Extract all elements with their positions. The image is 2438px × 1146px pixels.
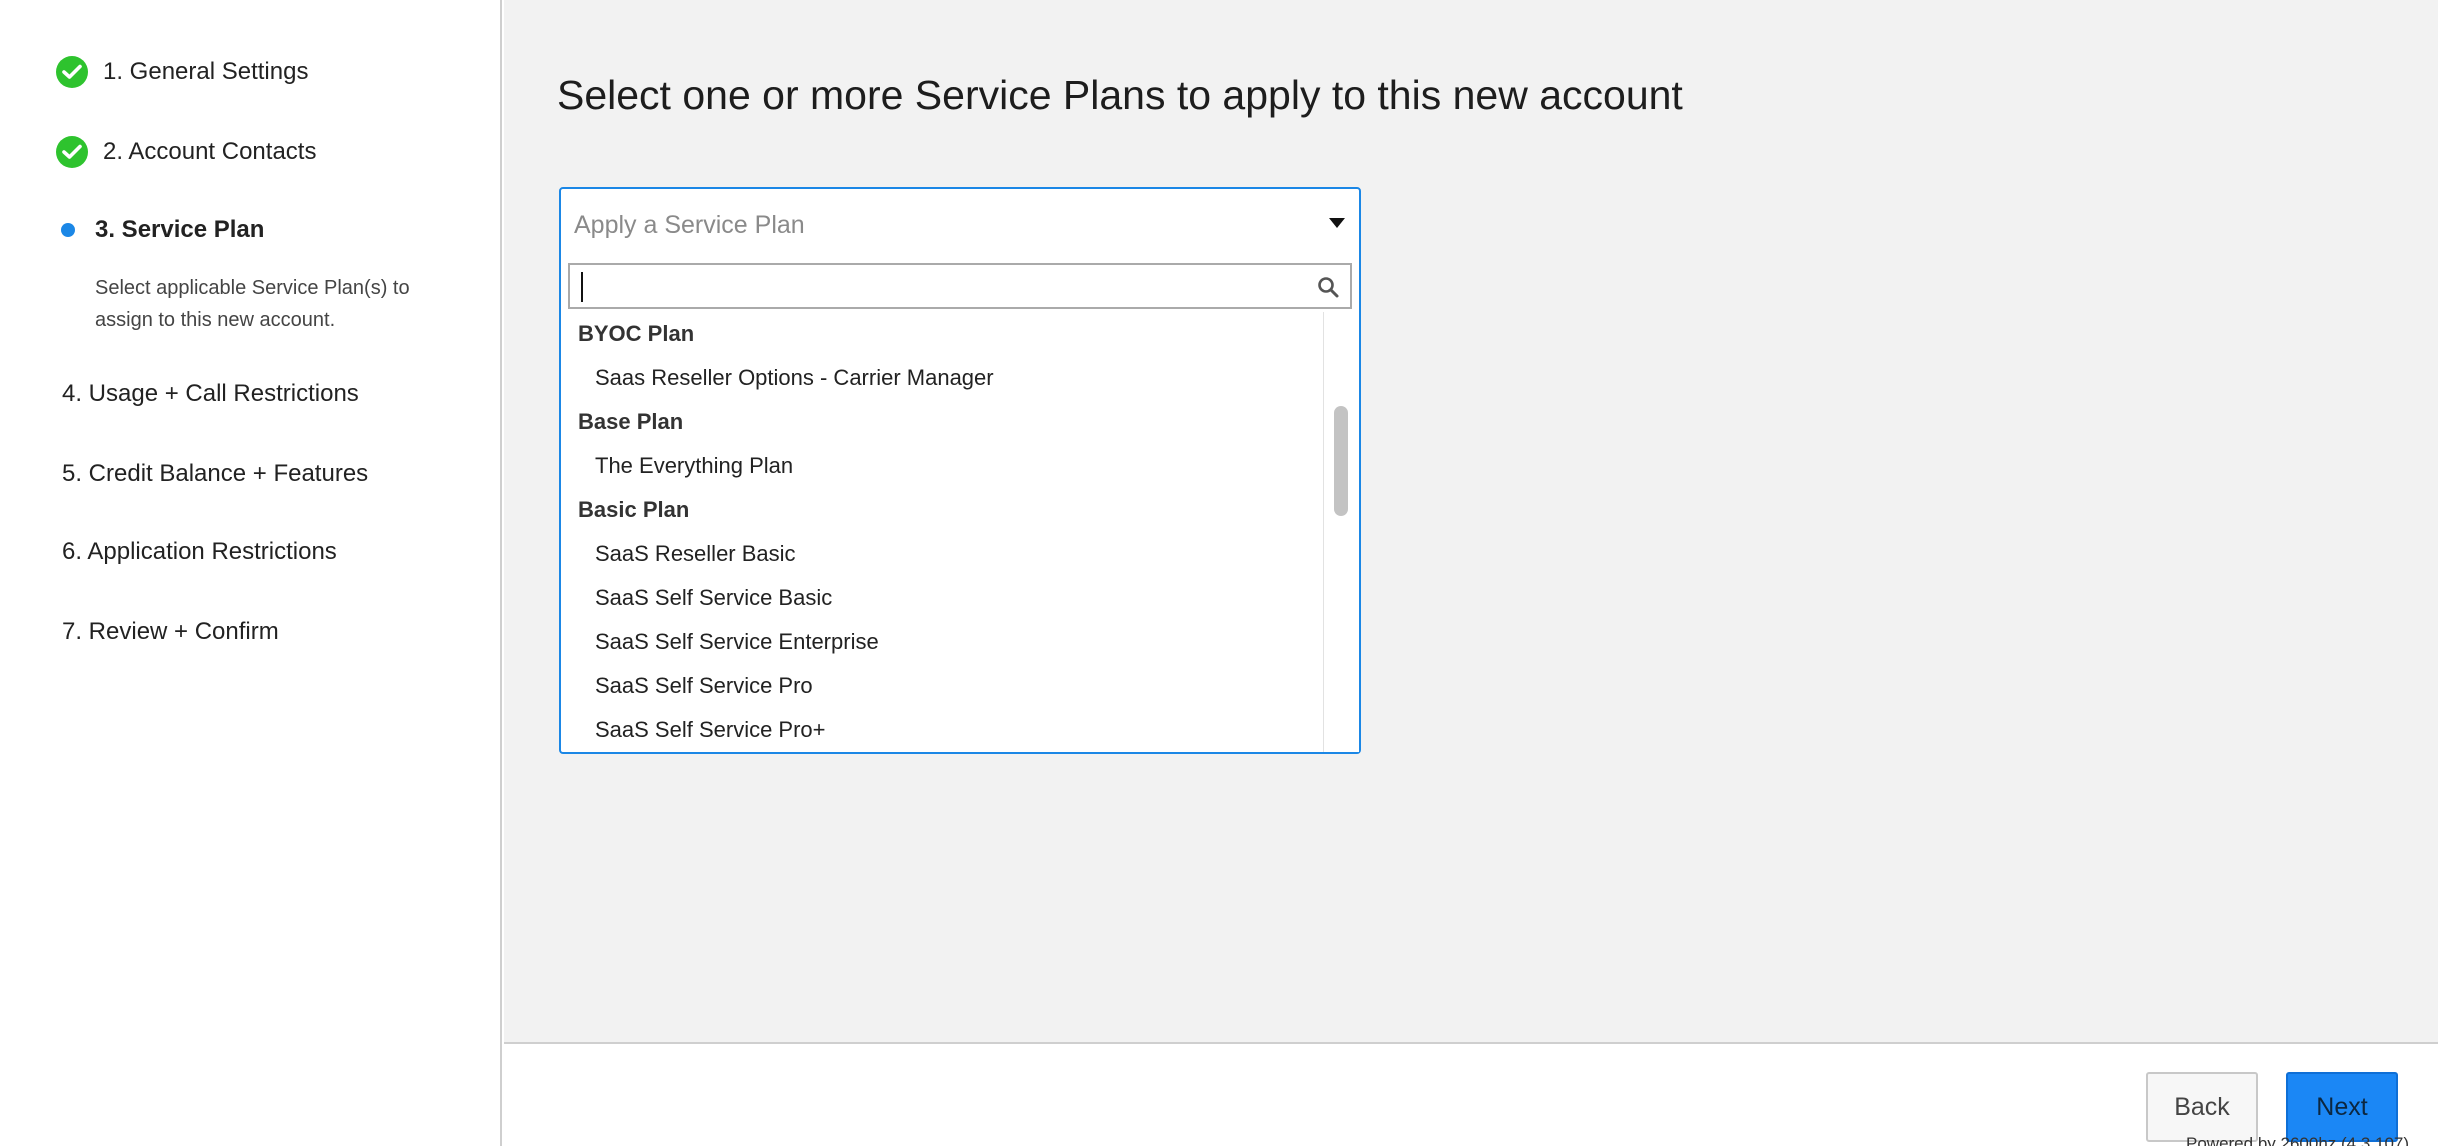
caret-down-icon[interactable] xyxy=(1329,218,1345,228)
dot-icon xyxy=(61,223,75,237)
search-icon xyxy=(1318,277,1339,298)
options-list: BYOC Plan Saas Reseller Options - Carrie… xyxy=(561,312,1327,752)
check-circle-icon xyxy=(56,136,88,168)
step-label: 3. Service Plan xyxy=(95,216,265,243)
back-button[interactable]: Back xyxy=(2146,1072,2258,1142)
step-review-confirm[interactable]: 7. Review + Confirm xyxy=(62,618,279,646)
wizard-footer: Back Next Powered by 2600hz (4.3.107) xyxy=(504,1042,2438,1146)
scrollbar-thumb[interactable] xyxy=(1334,406,1348,516)
check-circle-icon xyxy=(56,56,88,88)
step-label: 6. Application Restrictions xyxy=(62,538,337,565)
text-cursor xyxy=(581,272,583,302)
search-input[interactable] xyxy=(570,265,1350,307)
step-application-restrictions[interactable]: 6. Application Restrictions xyxy=(62,538,337,566)
main-panel: Select one or more Service Plans to appl… xyxy=(504,0,2438,1042)
step-service-plan[interactable]: 3. Service Plan xyxy=(56,216,264,244)
step-description: Select applicable Service Plan(s) to ass… xyxy=(95,277,410,331)
step-general-settings[interactable]: 1. General Settings xyxy=(56,56,308,88)
options-scrollbar[interactable] xyxy=(1323,312,1359,752)
search-field[interactable] xyxy=(568,263,1352,309)
step-label: 2. Account Contacts xyxy=(103,138,317,165)
option-group-label: BYOC Plan xyxy=(578,321,695,346)
step-label: 1. General Settings xyxy=(103,58,309,85)
page-title: Select one or more Service Plans to appl… xyxy=(557,72,1683,118)
select-placeholder: Apply a Service Plan xyxy=(574,210,805,239)
option-item[interactable]: SaaS Self Service Pro xyxy=(561,664,1327,708)
step-label: 4. Usage + Call Restrictions xyxy=(62,380,359,407)
option-item[interactable]: The Everything Plan xyxy=(561,444,1327,488)
option-item[interactable]: SaaS Self Service Pro+ xyxy=(561,708,1327,752)
option-item[interactable]: Saas Reseller Options - Carrier Manager xyxy=(561,356,1327,400)
option-item[interactable]: SaaS Self Service Enterprise xyxy=(561,620,1327,664)
option-group-label: Base Plan xyxy=(578,409,684,434)
powered-by-text: Powered by 2600hz (4.3.107) xyxy=(2186,1134,2410,1146)
step-label: 5. Credit Balance + Features xyxy=(62,460,369,487)
option-item[interactable]: SaaS Reseller Basic xyxy=(561,532,1327,576)
select-toggle[interactable]: Apply a Service Plan xyxy=(561,189,1359,261)
option-group-label: Basic Plan xyxy=(578,497,690,522)
step-label: 7. Review + Confirm xyxy=(62,618,279,645)
step-credit-balance-features[interactable]: 5. Credit Balance + Features xyxy=(62,460,368,488)
step-usage-call-restrictions[interactable]: 4. Usage + Call Restrictions xyxy=(62,380,359,408)
step-account-contacts[interactable]: 2. Account Contacts xyxy=(56,136,316,168)
service-plan-select[interactable]: Apply a Service Plan BYOC Plan Saas Rese… xyxy=(559,187,1361,754)
next-button[interactable]: Next xyxy=(2286,1072,2398,1142)
wizard-sidebar: 1. General Settings 2. Account Contacts … xyxy=(0,0,502,1146)
option-item[interactable]: SaaS Self Service Basic xyxy=(561,576,1327,620)
